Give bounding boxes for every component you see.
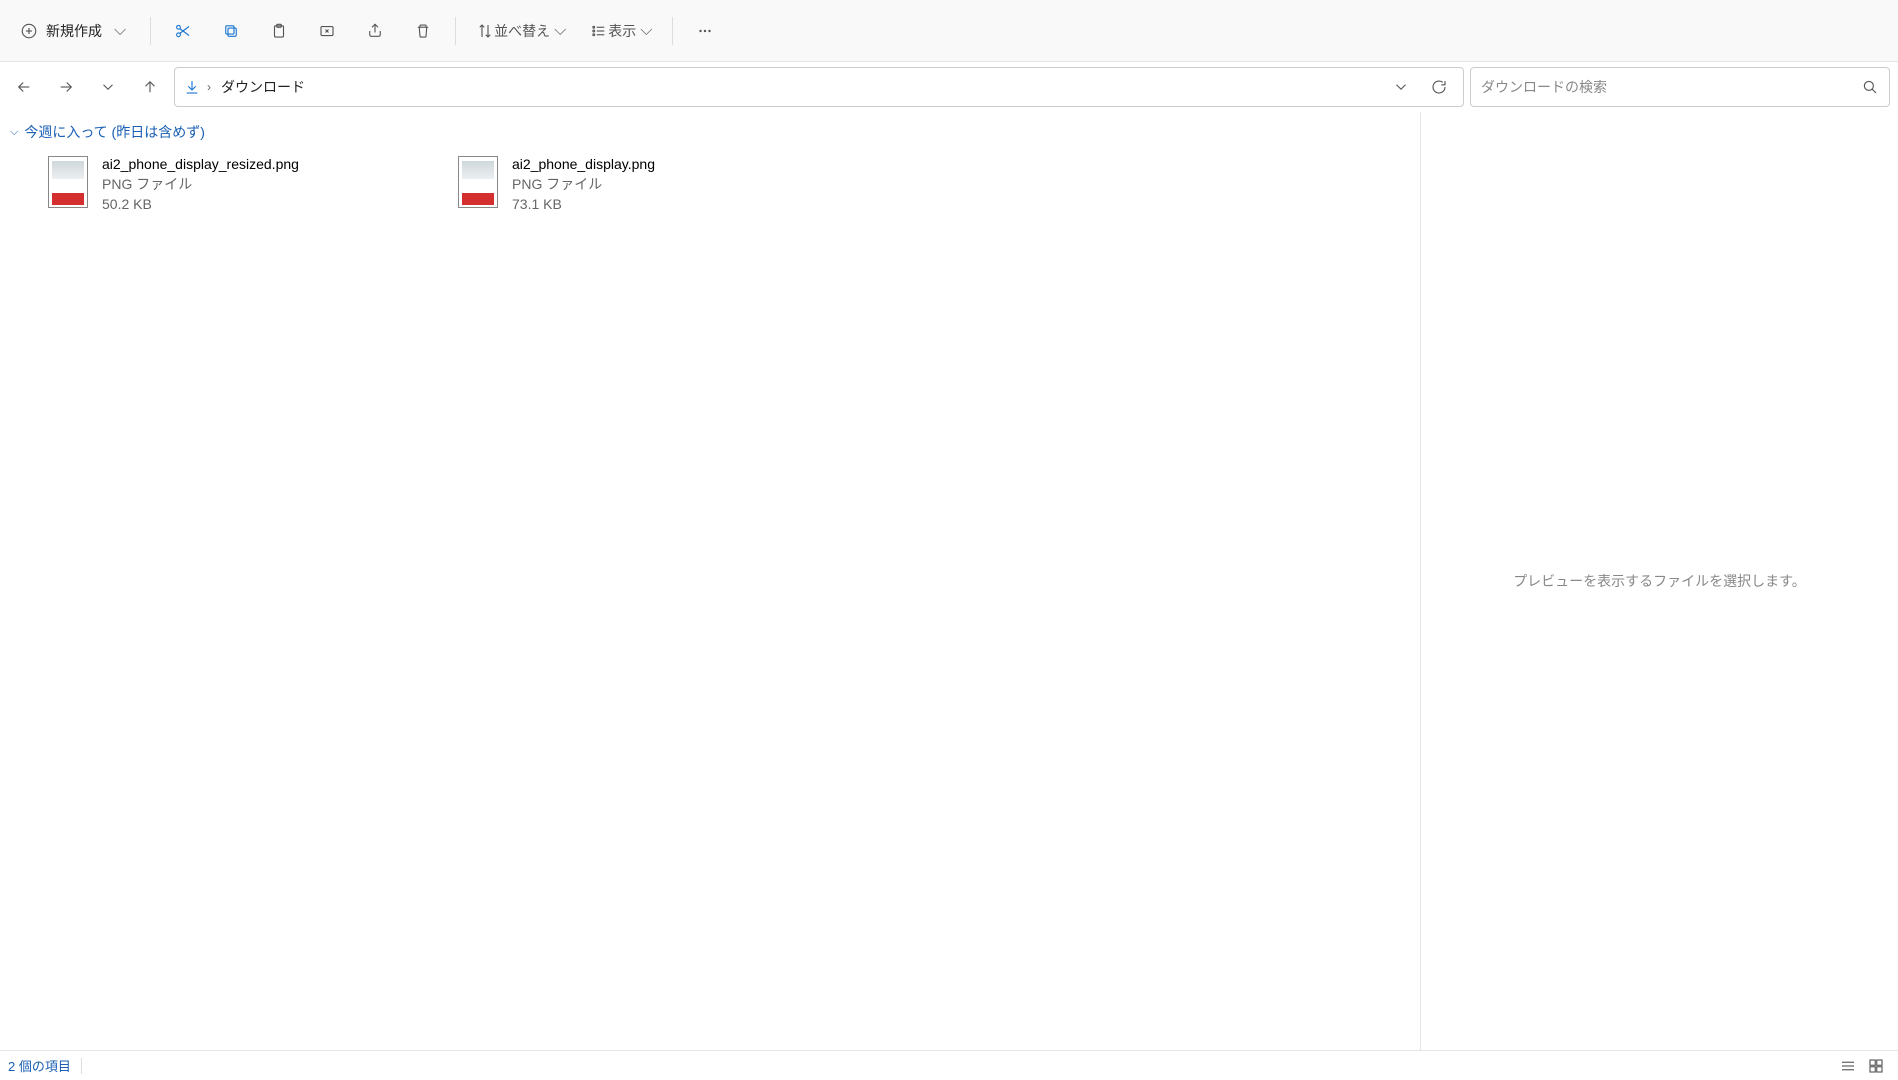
scissors-icon: [174, 22, 192, 40]
copy-button[interactable]: [209, 11, 253, 51]
sort-button[interactable]: 並べ替え ⌵: [466, 11, 576, 51]
list-icon: [1839, 1057, 1857, 1075]
new-button-label: 新規作成: [46, 21, 102, 41]
address-row: › ダウンロード: [0, 62, 1898, 112]
chevron-down-icon: ⌵: [114, 22, 126, 40]
paste-button[interactable]: [257, 11, 301, 51]
ellipsis-icon: [696, 22, 714, 40]
refresh-icon: [1430, 78, 1448, 96]
sort-icon: [476, 22, 494, 40]
preview-empty-text: プレビューを表示するファイルを選択します。: [1513, 571, 1806, 591]
body: ⌵ 今週に入って (昨日は含めず) ai2_phone_display_resi…: [0, 112, 1898, 1050]
forward-button[interactable]: [48, 69, 84, 105]
toolbar: 新規作成 ⌵ 並べ替え ⌵ 表示 ⌵: [0, 0, 1898, 62]
grid-icon: [1867, 1057, 1885, 1075]
address-dropdown-button[interactable]: [1385, 71, 1417, 103]
file-size: 50.2 KB: [102, 196, 299, 212]
arrow-up-icon: [141, 78, 159, 96]
download-folder-icon: [183, 78, 201, 96]
delete-button[interactable]: [401, 11, 445, 51]
address-bar[interactable]: › ダウンロード: [174, 67, 1464, 107]
group-header-label: 今週に入って (昨日は含めず): [24, 122, 205, 142]
new-button[interactable]: 新規作成 ⌵: [12, 11, 140, 51]
share-icon: [366, 22, 384, 40]
file-name: ai2_phone_display.png: [512, 156, 655, 172]
chevron-down-icon: ⌵: [10, 126, 18, 139]
status-item-count: 2 個の項目: [8, 1056, 71, 1075]
more-button[interactable]: [683, 11, 727, 51]
plus-circle-icon: [20, 22, 38, 40]
view-button[interactable]: 表示 ⌵: [580, 11, 662, 51]
file-item[interactable]: ai2_phone_display_resized.png PNG ファイル 5…: [44, 152, 424, 216]
toolbar-separator: [672, 17, 673, 45]
search-input[interactable]: [1481, 79, 1853, 95]
file-name: ai2_phone_display_resized.png: [102, 156, 299, 172]
file-thumbnail: [48, 156, 88, 208]
share-button[interactable]: [353, 11, 397, 51]
arrow-left-icon: [15, 78, 33, 96]
refresh-button[interactable]: [1423, 71, 1455, 103]
chevron-down-icon: [99, 78, 117, 96]
file-meta: ai2_phone_display.png PNG ファイル 73.1 KB: [512, 156, 655, 212]
file-thumbnail: [458, 156, 498, 208]
view-button-label: 表示: [608, 21, 636, 41]
search-box[interactable]: [1470, 67, 1890, 107]
rename-button[interactable]: [305, 11, 349, 51]
recent-button[interactable]: [90, 69, 126, 105]
toolbar-separator: [455, 17, 456, 45]
copy-icon: [222, 22, 240, 40]
file-type: PNG ファイル: [512, 174, 655, 194]
breadcrumb-separator: ›: [207, 80, 211, 94]
thumbnails-view-toggle[interactable]: [1862, 1055, 1890, 1077]
file-size: 73.1 KB: [512, 196, 655, 212]
status-divider: [81, 1058, 82, 1074]
search-icon: [1861, 78, 1879, 96]
cut-button[interactable]: [161, 11, 205, 51]
chevron-down-icon: ⌵: [640, 22, 652, 40]
file-meta: ai2_phone_display_resized.png PNG ファイル 5…: [102, 156, 299, 212]
chevron-down-icon: ⌵: [554, 22, 566, 40]
file-item[interactable]: ai2_phone_display.png PNG ファイル 73.1 KB: [454, 152, 834, 216]
trash-icon: [414, 22, 432, 40]
files-row: ai2_phone_display_resized.png PNG ファイル 5…: [4, 146, 1420, 216]
back-button[interactable]: [6, 69, 42, 105]
group-header[interactable]: ⌵ 今週に入って (昨日は含めず): [4, 118, 1420, 146]
arrow-right-icon: [57, 78, 75, 96]
content-area: ⌵ 今週に入って (昨日は含めず) ai2_phone_display_resi…: [0, 112, 1420, 1050]
view-icon: [590, 22, 608, 40]
preview-pane: プレビューを表示するファイルを選択します。: [1420, 112, 1898, 1050]
breadcrumb-current[interactable]: ダウンロード: [217, 75, 309, 99]
up-button[interactable]: [132, 69, 168, 105]
sort-button-label: 並べ替え: [494, 21, 550, 41]
details-view-toggle[interactable]: [1834, 1055, 1862, 1077]
status-bar: 2 個の項目: [0, 1050, 1898, 1080]
chevron-down-icon: [1392, 78, 1410, 96]
clipboard-icon: [270, 22, 288, 40]
rename-icon: [318, 22, 336, 40]
toolbar-separator: [150, 17, 151, 45]
file-type: PNG ファイル: [102, 174, 299, 194]
